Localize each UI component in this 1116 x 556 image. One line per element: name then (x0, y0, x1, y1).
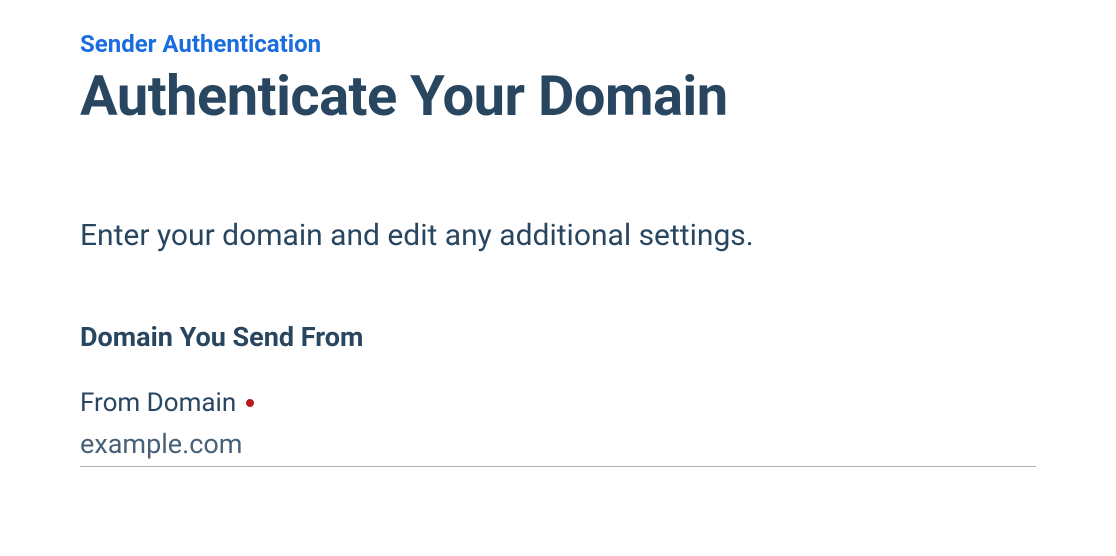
page-description: Enter your domain and edit any additiona… (80, 218, 1036, 253)
from-domain-input[interactable] (80, 428, 1036, 467)
from-domain-label: From Domain (80, 388, 236, 418)
required-indicator-icon (246, 399, 254, 407)
section-heading-domain: Domain You Send From (80, 321, 1036, 353)
page-title: Authenticate Your Domain (80, 66, 1036, 128)
breadcrumb-sender-authentication[interactable]: Sender Authentication (80, 30, 321, 58)
from-domain-label-row: From Domain (80, 388, 1036, 418)
